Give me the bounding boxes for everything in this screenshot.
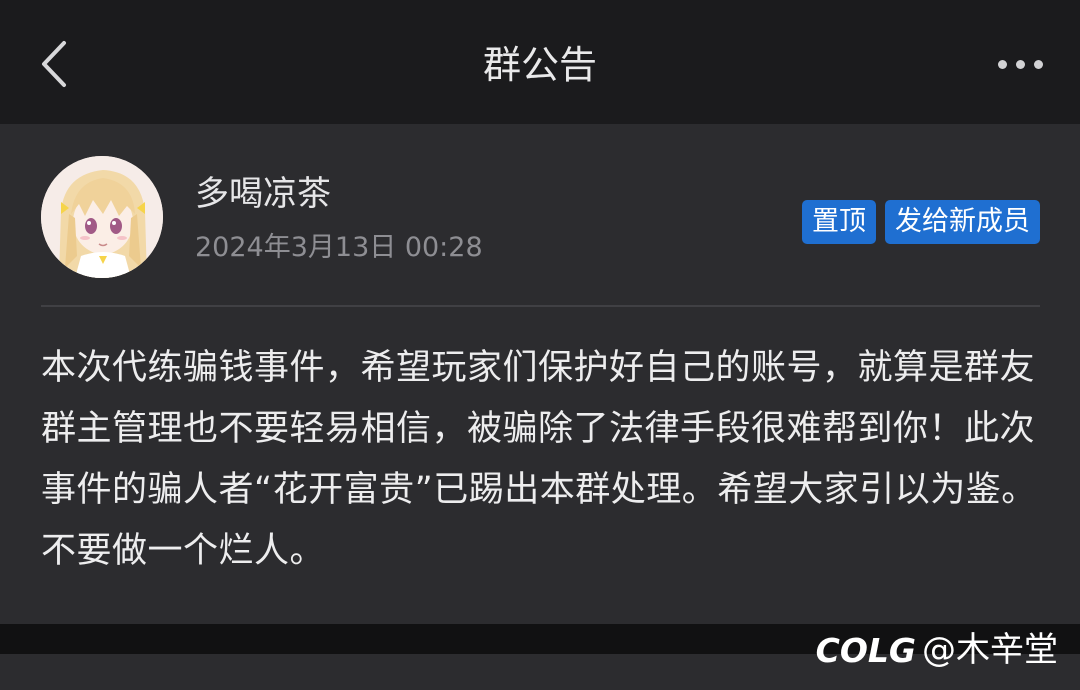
post-timestamp: 2024年3月13日 00:28: [195, 232, 483, 263]
announcement-body: 本次代练骗钱事件，希望玩家们保护好自己的账号，就算是群友群主管理也不要轻易相信，…: [41, 348, 1037, 571]
colg-logo: COLG: [815, 630, 916, 670]
author-name[interactable]: 多喝凉茶: [195, 172, 331, 216]
page-title: 群公告: [482, 43, 597, 87]
watermark: COLG @木辛堂: [816, 624, 1058, 676]
announcement-card: 多喝凉茶 2024年3月13日 00:28 置顶 发给新成员 本次代练骗钱事件，…: [0, 124, 1080, 624]
announcement-screen: 群公告 多喝凉茶 2024年3月13日 00:28 置顶 发给新成员 本次代练骗…: [0, 0, 1080, 690]
more-horizontal-icon: [997, 59, 1007, 69]
send-to-new-members-badge[interactable]: 发给新成员: [885, 200, 1040, 244]
watermark-text: @木辛堂: [922, 630, 1058, 670]
pinned-badge[interactable]: 置顶: [802, 200, 876, 244]
more-dot: [1033, 59, 1043, 69]
avatar[interactable]: [41, 156, 163, 278]
divider: [41, 305, 1040, 307]
more-dot: [1015, 59, 1025, 69]
announcement-tags: 置顶 发给新成员: [802, 200, 1040, 244]
anime-girl-avatar-icon: [41, 156, 163, 278]
more-options-button[interactable]: [990, 44, 1050, 84]
top-nav-bar: 群公告: [0, 0, 1080, 124]
